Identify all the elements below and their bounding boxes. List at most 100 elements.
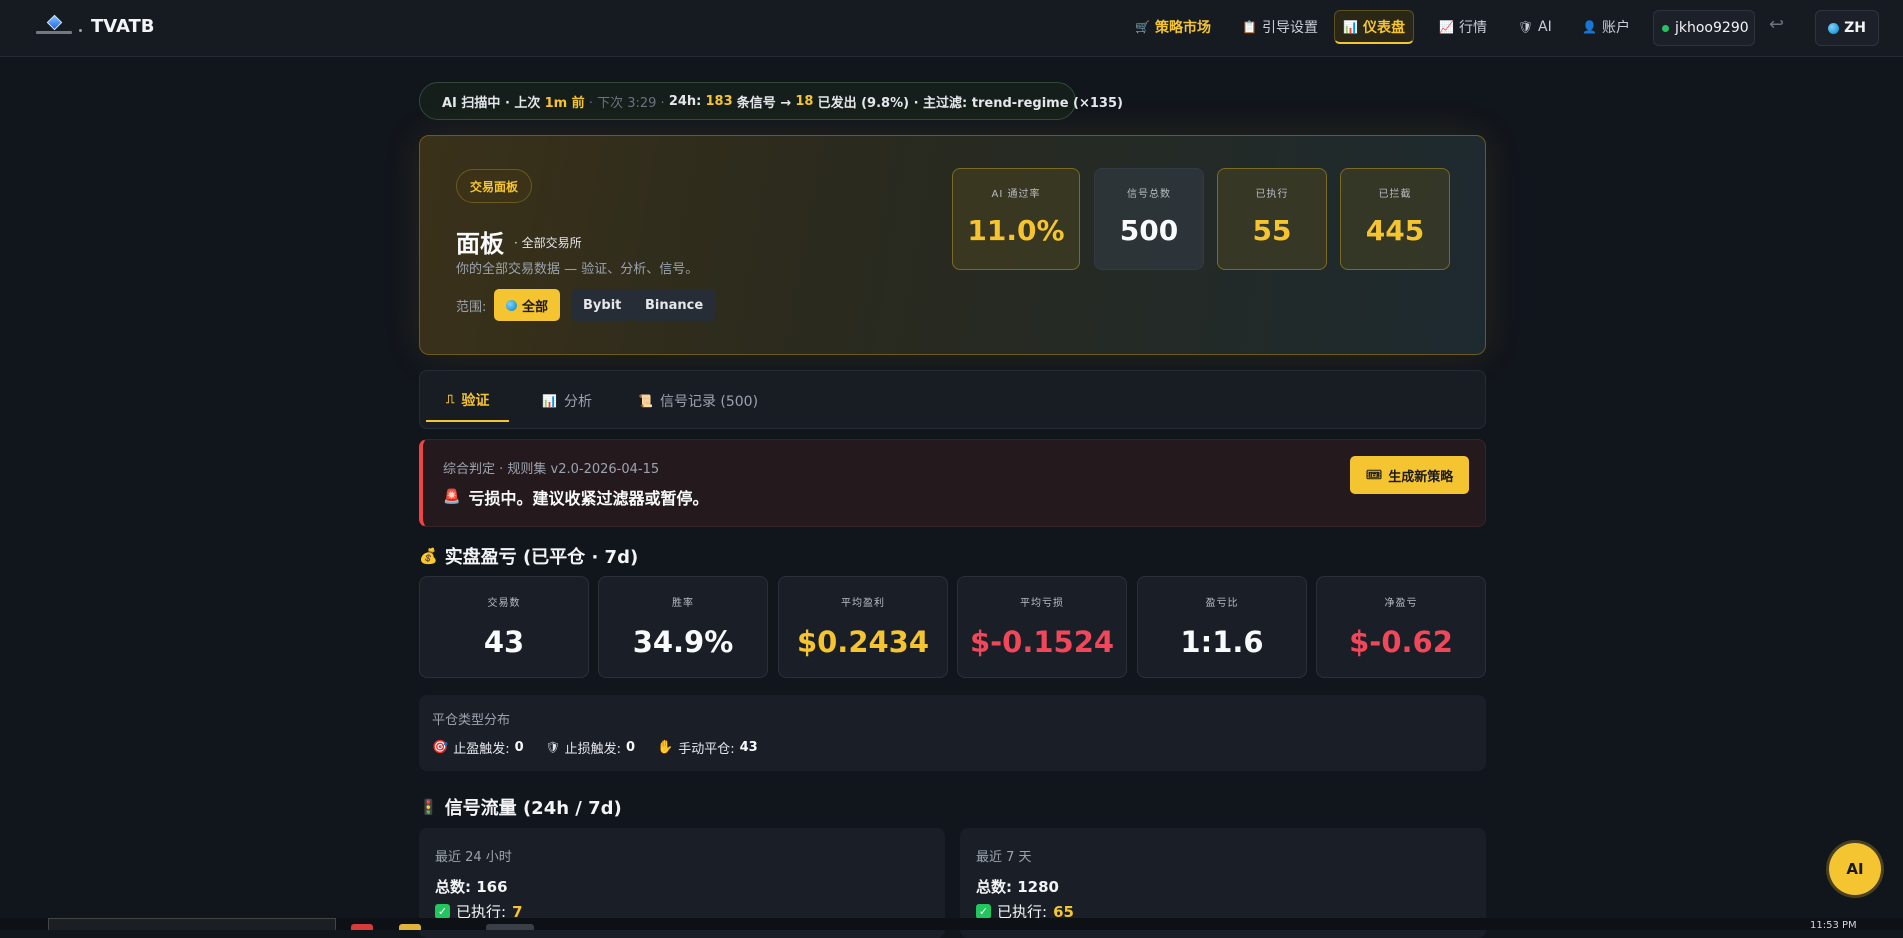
stat-value: $0.2434 bbox=[796, 625, 930, 659]
stat-label: 交易数 bbox=[487, 598, 521, 609]
distribution-title: 平仓类型分布 bbox=[432, 713, 511, 728]
stat-win-rate: 胜率 34.9% bbox=[598, 576, 768, 678]
stat-value: $-0.62 bbox=[1349, 625, 1453, 659]
globe-icon bbox=[506, 299, 517, 311]
scope-label: 范围: bbox=[456, 300, 487, 315]
stat-label: 盈亏比 bbox=[1205, 598, 1239, 609]
cart-icon: 🛒 bbox=[1135, 20, 1150, 34]
nav-item-label: AI bbox=[1538, 19, 1552, 35]
metric-total-signals: 信号总数 500 bbox=[1094, 168, 1204, 270]
window-label: 24h: bbox=[668, 93, 702, 109]
flow-total: 总数: 1280 bbox=[976, 876, 1059, 897]
scope-all-button[interactable]: 全部 bbox=[494, 289, 561, 321]
stat-value: 43 bbox=[483, 625, 525, 659]
top-nav: TVATB 🛒 策略市场 📋 引导设置 📊 仪表盘 📈 行情 🛡 AI 👤 账户… bbox=[0, 0, 1903, 57]
siren-icon: 🚨 bbox=[443, 489, 461, 505]
tab-validation[interactable]: ⎍ 验证 bbox=[426, 379, 510, 422]
check-icon: ✓ bbox=[435, 904, 450, 919]
signal-unit: 条信号 → bbox=[736, 95, 792, 111]
tab-analysis[interactable]: 📊 分析 bbox=[522, 379, 612, 422]
nav-item-dashboard[interactable]: 📊 仪表盘 bbox=[1334, 10, 1414, 44]
language-label: ZH bbox=[1844, 20, 1866, 36]
metric-value: 445 bbox=[1365, 214, 1425, 247]
dashboard-hero-panel: 交易面板 面板 · 全部交易所 你的全部交易数据 — 验证、分析、信号。 范围:… bbox=[419, 135, 1486, 355]
line-chart-icon: 📈 bbox=[1439, 20, 1454, 34]
verdict-meta: 综合判定 · 规则集 v2.0-2026-04-15 bbox=[443, 462, 660, 477]
stat-label: 平均亏损 bbox=[1020, 598, 1064, 609]
metric-label: AI 通过率 bbox=[991, 189, 1041, 200]
taskbar-browser-icon[interactable] bbox=[486, 924, 534, 930]
taskbar-clock: 11:53 PM bbox=[1810, 920, 1857, 931]
stat-label: 胜率 bbox=[672, 598, 694, 609]
logout-icon[interactable]: ↩ bbox=[1769, 14, 1784, 35]
item-value: 0 bbox=[625, 740, 636, 755]
tab-signal-log[interactable]: 📜 信号记录 (500) bbox=[618, 379, 778, 422]
metric-blocked: 已拦截 445 bbox=[1340, 168, 1450, 270]
stat-avg-profit: 平均盈利 $0.2434 bbox=[778, 576, 948, 678]
bar-chart-icon: 📊 bbox=[542, 393, 557, 408]
nav-item-label: 引导设置 bbox=[1262, 20, 1318, 36]
scan-status-text: AI 扫描中 · 上次 bbox=[442, 95, 541, 111]
signal-flow-heading: 🚦 信号流量 (24h / 7d) bbox=[419, 794, 622, 820]
page-title: 面板 bbox=[456, 230, 504, 258]
stat-label: 平均盈利 bbox=[841, 598, 885, 609]
stat-avg-loss: 平均亏损 $-0.1524 bbox=[957, 576, 1127, 678]
flow-card-title: 最近 7 天 bbox=[976, 850, 1032, 865]
ticket-icon: 🎟 bbox=[1365, 467, 1383, 483]
item-value: 0 bbox=[514, 740, 524, 755]
verdict-message: 🚨 亏损中。建议收紧过滤器或暂停。 bbox=[443, 485, 708, 509]
person-icon: 👤 bbox=[1582, 20, 1597, 34]
brand-name[interactable]: TVATB bbox=[91, 16, 155, 37]
ai-assistant-button[interactable]: AI bbox=[1829, 843, 1881, 895]
total-label: 总数: bbox=[976, 878, 1012, 896]
nav-item-label: 策略市场 bbox=[1155, 20, 1211, 36]
metric-executed: 已执行 55 bbox=[1217, 168, 1327, 270]
language-switch-button[interactable]: ZH bbox=[1815, 10, 1879, 46]
check-icon: ✓ bbox=[976, 904, 991, 919]
stat-value: 1:1.6 bbox=[1180, 625, 1264, 659]
tab-label: 分析 bbox=[563, 393, 592, 410]
stat-net-pnl: 净盈亏 $-0.62 bbox=[1316, 576, 1486, 678]
nav-item-account[interactable]: 👤 账户 bbox=[1574, 10, 1638, 44]
logo-icon[interactable] bbox=[36, 14, 72, 38]
stop-loss-count: 🛡 止损触发: 0 bbox=[546, 738, 635, 757]
metric-label: 已执行 bbox=[1255, 189, 1289, 200]
nav-item-ai[interactable]: 🛡 AI bbox=[1510, 10, 1560, 44]
stat-label: 净盈亏 bbox=[1384, 598, 1418, 609]
robot-icon: 🛡 bbox=[1518, 20, 1534, 34]
manual-close-count: ✋ 手动平仓: 43 bbox=[657, 738, 758, 757]
nav-item-label: 仪表盘 bbox=[1363, 19, 1405, 36]
taskbar-folder-icon[interactable] bbox=[399, 924, 421, 930]
target-icon: 🎯 bbox=[432, 740, 449, 755]
stat-value: $-0.1524 bbox=[969, 625, 1115, 659]
metric-value: 55 bbox=[1252, 214, 1292, 247]
traffic-light-icon: 🚦 bbox=[419, 798, 438, 816]
generate-strategy-button[interactable]: 🎟 生成新策略 bbox=[1350, 456, 1469, 494]
sent-count: 18 bbox=[795, 93, 814, 109]
bar-chart-icon: 📊 bbox=[1343, 19, 1358, 34]
distribution-row: 🎯 止盈触发: 0 🛡 止损触发: 0 ✋ 手动平仓: 43 bbox=[432, 738, 758, 757]
nav-item-label: 账户 bbox=[1602, 20, 1630, 36]
nav-item-strategy-market[interactable]: 🛒 策略市场 bbox=[1127, 10, 1219, 44]
scope-label-text: 全部 bbox=[522, 299, 549, 315]
taskbar-app-icon[interactable] bbox=[351, 924, 373, 930]
nav-item-market[interactable]: 📈 行情 bbox=[1431, 10, 1495, 44]
clipboard-icon: 📋 bbox=[1242, 20, 1257, 34]
validation-icon: ⎍ bbox=[446, 392, 455, 406]
nav-item-onboarding[interactable]: 📋 引导设置 bbox=[1234, 10, 1326, 44]
online-status-icon bbox=[1662, 24, 1669, 32]
scope-bybit-button[interactable]: Bybit bbox=[571, 289, 634, 321]
taskbar-search-field[interactable] bbox=[48, 918, 336, 930]
hand-icon: ✋ bbox=[657, 740, 674, 755]
flow-total: 总数: 166 bbox=[435, 876, 508, 897]
metric-value: 11.0% bbox=[967, 214, 1065, 247]
user-menu-button[interactable]: jkhoo9290 bbox=[1653, 10, 1755, 46]
tab-label: 信号记录 (500) bbox=[659, 393, 759, 410]
stat-risk-reward: 盈亏比 1:1.6 bbox=[1137, 576, 1307, 678]
page-description: 你的全部交易数据 — 验证、分析、信号。 bbox=[456, 262, 699, 277]
ai-scan-status: AI 扫描中 · 上次 1m 前 · 下次 3:29 · 24h: 183 条信… bbox=[419, 82, 1123, 120]
scope-binance-button[interactable]: Binance bbox=[633, 289, 716, 321]
item-label: 手动平仓: bbox=[678, 742, 735, 757]
globe-icon bbox=[1828, 22, 1840, 34]
total-value: 166 bbox=[476, 878, 508, 896]
